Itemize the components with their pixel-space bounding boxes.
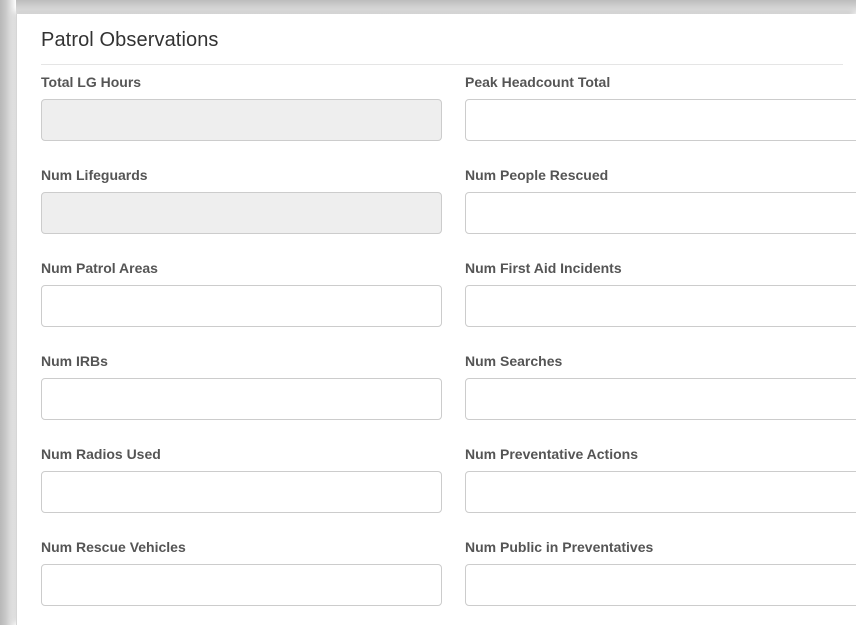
patrol-observations-panel: Patrol Observations Total LG Hours Num L… [16, 14, 856, 625]
peak-headcount-total-input[interactable] [465, 99, 856, 141]
window-left-edge [0, 0, 16, 625]
num-rescue-vehicles-input[interactable] [41, 564, 442, 606]
num-first-aid-incidents-label: Num First Aid Incidents [465, 260, 622, 276]
num-radios-used-input[interactable] [41, 471, 442, 513]
num-people-rescued-input[interactable] [465, 192, 856, 234]
num-radios-used-label: Num Radios Used [41, 446, 161, 462]
num-patrol-areas-input[interactable] [41, 285, 442, 327]
num-first-aid-incidents-input[interactable] [465, 285, 856, 327]
num-rescue-vehicles-label: Num Rescue Vehicles [41, 539, 186, 555]
num-lifeguards-input [41, 192, 442, 234]
num-people-rescued-label: Num People Rescued [465, 167, 609, 183]
panel-title: Patrol Observations [41, 29, 219, 51]
num-public-in-preventatives-input[interactable] [465, 564, 856, 606]
num-searches-label: Num Searches [465, 353, 563, 369]
num-lifeguards-label: Num Lifeguards [41, 167, 148, 183]
title-divider [41, 64, 843, 65]
num-searches-input[interactable] [465, 378, 856, 420]
num-irbs-label: Num IRBs [41, 353, 108, 369]
peak-headcount-total-label: Peak Headcount Total [465, 74, 611, 90]
num-preventative-actions-input[interactable] [465, 471, 856, 513]
num-patrol-areas-label: Num Patrol Areas [41, 260, 158, 276]
num-public-in-preventatives-label: Num Public in Preventatives [465, 539, 654, 555]
total-lg-hours-label: Total LG Hours [41, 74, 142, 90]
total-lg-hours-input [41, 99, 442, 141]
num-preventative-actions-label: Num Preventative Actions [465, 446, 638, 462]
num-irbs-input[interactable] [41, 378, 442, 420]
